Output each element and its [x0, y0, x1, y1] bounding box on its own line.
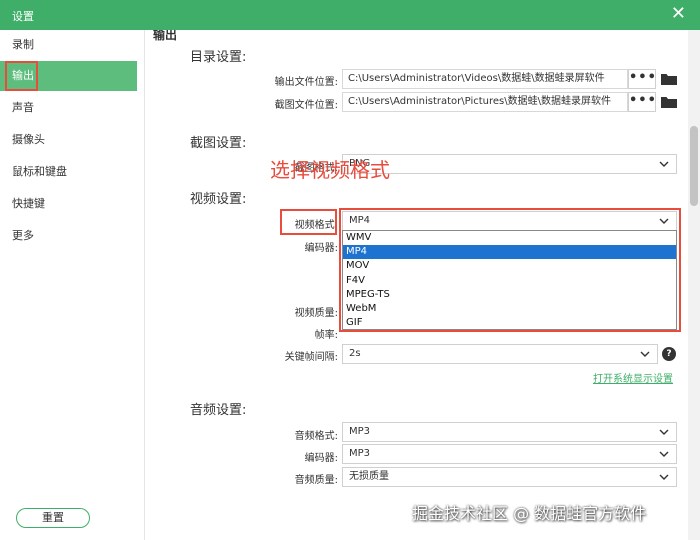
video-format-dropdown: WMV MP4 MOV F4V MPEG-TS WebM GIF	[342, 230, 677, 330]
format-option-wmv[interactable]: WMV	[343, 231, 676, 245]
output-browse-button[interactable]: •••	[628, 69, 656, 89]
audio-format-select[interactable]: MP3	[342, 422, 677, 442]
chevron-down-icon	[659, 474, 669, 480]
sidebar: 录制 输出 声音 摄像头 鼠标和键盘 快捷键 更多	[0, 30, 145, 540]
chevron-down-icon	[659, 161, 669, 167]
video-quality-label: 视频质量:	[294, 308, 338, 319]
sidebar-item-sound[interactable]: 声音	[0, 93, 137, 123]
screenshot-folder-icon[interactable]	[661, 95, 677, 109]
sidebar-item-camera[interactable]: 摄像头	[0, 125, 137, 155]
screenshot-settings-title: 截图设置:	[190, 136, 247, 151]
video-format-label: 视频格式:	[294, 220, 338, 231]
settings-panel: 输出 目录设置: 输出文件位置: C:\Users\Administrator\…	[145, 30, 700, 540]
audio-quality-value: 无损质量	[349, 471, 389, 482]
audio-settings-title: 音频设置:	[190, 403, 247, 418]
video-format-value: MP4	[349, 215, 371, 226]
screenshot-format-select[interactable]: PNG	[342, 154, 677, 174]
scrollbar-thumb[interactable]	[690, 126, 698, 206]
close-icon[interactable]: ✕	[671, 4, 686, 24]
watermark: 掘金技术社区 @ 数据蛙官方软件	[412, 504, 647, 523]
sidebar-item-hotkeys[interactable]: 快捷键	[0, 189, 137, 219]
keyframe-interval-value: 2s	[349, 348, 361, 359]
screenshot-browse-button[interactable]: •••	[628, 92, 656, 112]
title-bar: 设置 ✕	[0, 0, 700, 30]
chevron-down-icon	[659, 218, 669, 224]
output-location-label: 输出文件位置:	[274, 77, 338, 88]
screenshot-location-field[interactable]: C:\Users\Administrator\Pictures\数据蛙\数据蛙录…	[342, 92, 628, 112]
audio-quality-select[interactable]: 无损质量	[342, 467, 677, 487]
format-option-gif[interactable]: GIF	[343, 316, 676, 330]
audio-quality-label: 音频质量:	[294, 475, 338, 486]
open-display-settings-link[interactable]: 打开系统显示设置	[593, 370, 673, 385]
help-icon[interactable]: ?	[662, 347, 676, 361]
format-option-mpeg-ts[interactable]: MPEG-TS	[343, 288, 676, 302]
reset-button[interactable]: 重置	[16, 508, 90, 528]
video-encoder-label: 编码器:	[304, 243, 338, 254]
section-heading-output: 输出	[153, 30, 178, 42]
audio-encoder-select[interactable]: MP3	[342, 444, 677, 464]
audio-encoder-label: 编码器:	[304, 453, 338, 464]
video-format-select[interactable]: MP4	[342, 211, 677, 231]
format-option-f4v[interactable]: F4V	[343, 274, 676, 288]
format-option-mov[interactable]: MOV	[343, 259, 676, 273]
audio-encoder-value: MP3	[349, 448, 371, 459]
chevron-down-icon	[659, 429, 669, 435]
sidebar-item-more[interactable]: 更多	[0, 221, 137, 251]
annotation-select-video-format: 选择视频格式	[270, 158, 390, 182]
format-option-mp4[interactable]: MP4	[343, 245, 676, 260]
directory-settings-title: 目录设置:	[190, 50, 247, 65]
output-location-field[interactable]: C:\Users\Administrator\Videos\数据蛙\数据蛙录屏软…	[342, 69, 628, 89]
scrollbar-track[interactable]	[688, 30, 700, 540]
keyframe-interval-select[interactable]: 2s	[342, 344, 658, 364]
audio-format-value: MP3	[349, 426, 371, 437]
format-option-webm[interactable]: WebM	[343, 302, 676, 316]
window-title: 设置	[12, 10, 34, 23]
keyframe-interval-label: 关键帧间隔:	[284, 352, 338, 363]
sidebar-item-record[interactable]: 录制	[0, 30, 137, 60]
chevron-down-icon	[659, 451, 669, 457]
video-settings-title: 视频设置:	[190, 192, 247, 207]
sidebar-item-output[interactable]: 输出	[0, 61, 137, 91]
framerate-label: 帧率:	[314, 330, 338, 341]
output-folder-icon[interactable]	[661, 72, 677, 86]
sidebar-item-mouse-keyboard[interactable]: 鼠标和键盘	[0, 157, 137, 187]
audio-format-label: 音频格式:	[294, 431, 338, 442]
screenshot-location-label: 截图文件位置:	[274, 100, 338, 111]
chevron-down-icon	[640, 351, 650, 357]
